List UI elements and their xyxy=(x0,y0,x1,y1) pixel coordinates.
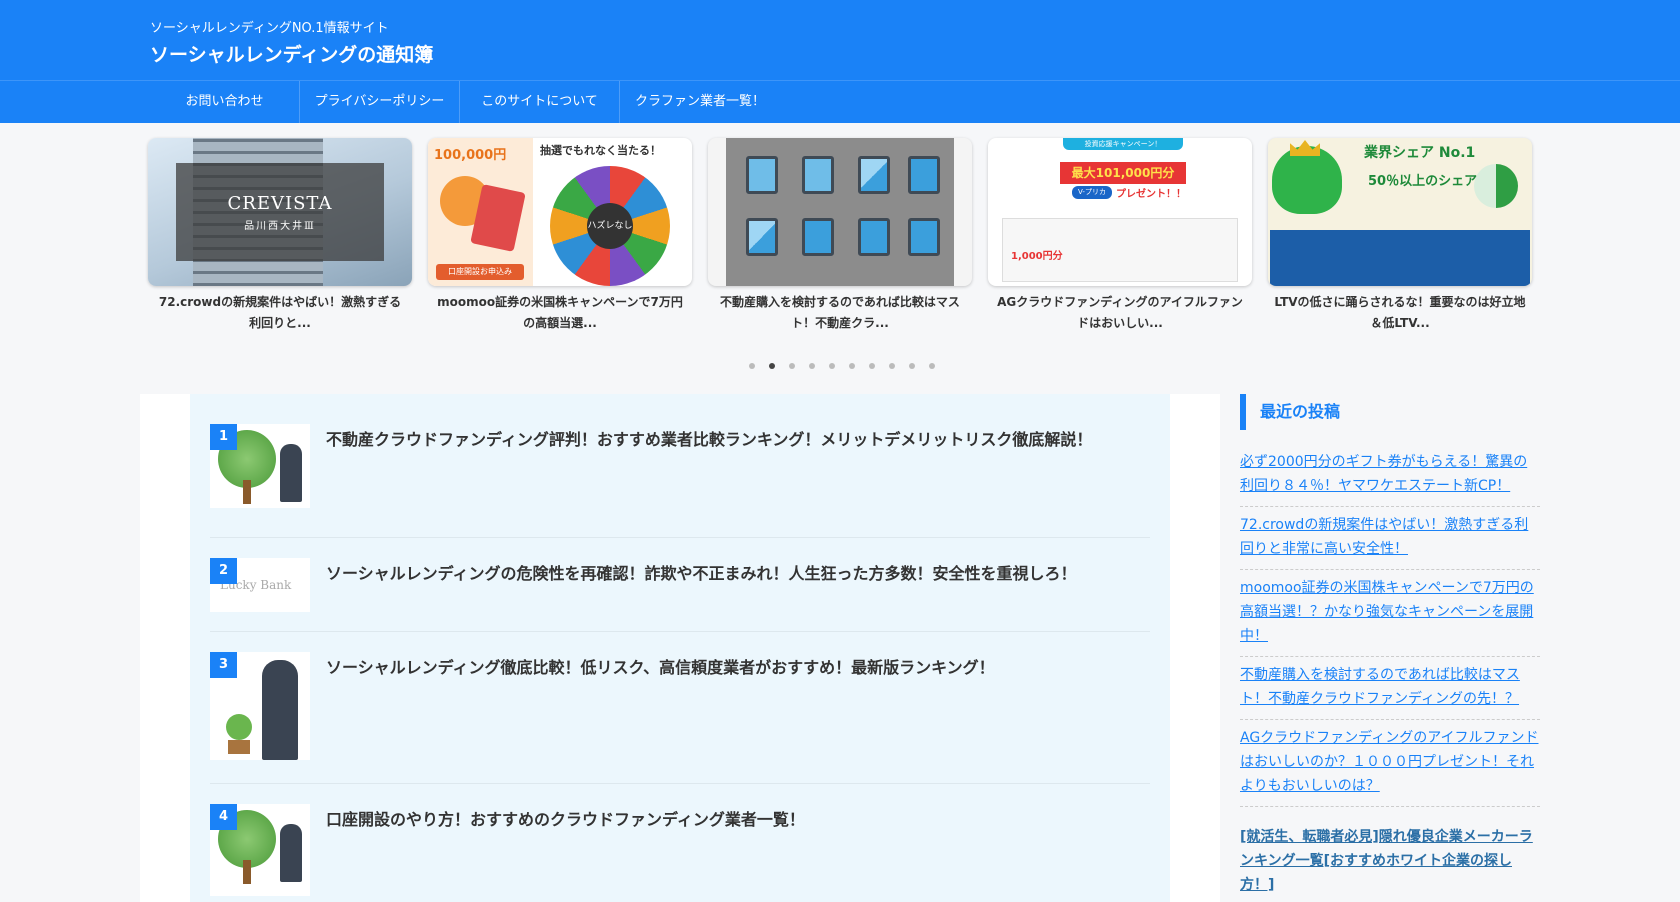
entry-title[interactable]: ソーシャルレンディング徹底比較！低リスク、高信頼度業者がおすすめ！最新版ランキン… xyxy=(326,656,1146,680)
carousel-dot[interactable] xyxy=(869,363,875,369)
ranking-list: 1 不動産クラウドファンディング評判！おすすめ業者比較ランキング！メリットデメリ… xyxy=(190,394,1170,902)
carousel-dot[interactable] xyxy=(809,363,815,369)
entry-thumbnail[interactable]: 4 xyxy=(210,804,310,896)
carousel-dot[interactable] xyxy=(929,363,935,369)
plant-pot-icon xyxy=(228,740,250,754)
entry-title[interactable]: 口座開設のやり方！おすすめのクラウドファンディング業者一覧！ xyxy=(326,808,1146,832)
nav-item-crowdfunding-list[interactable]: クラファン業者一覧！ xyxy=(620,81,780,123)
carousel-card[interactable]: 不動産購入を検討するのであれば比較はマスト！不動産クラ... xyxy=(708,138,972,334)
carousel-dot[interactable] xyxy=(749,363,755,369)
carousel-dot-active[interactable] xyxy=(769,363,775,369)
entry-thumbnail[interactable]: 2 Lucky Bank xyxy=(210,558,310,612)
card-title[interactable]: 不動産購入を検討するのであれば比較はマスト！不動産クラ... xyxy=(708,292,972,334)
banner-present: プレゼント！！ xyxy=(1116,189,1186,200)
rank-badge: 1 xyxy=(210,424,237,450)
card-thumbnail[interactable] xyxy=(708,138,972,286)
businessman-icon xyxy=(280,444,302,502)
card-title[interactable]: moomoo証券の米国株キャンペーンで7万円の高額当選... xyxy=(428,292,692,334)
card-title[interactable]: LTVの低さに踊らされるな！重要なのは好立地＆低LTV... xyxy=(1268,292,1532,334)
share-text: 50％以上のシェア xyxy=(1368,174,1478,189)
global-nav: お問い合わせ プライバシーポリシー このサイトについて クラファン業者一覧！ xyxy=(0,80,1680,123)
carousel-dot[interactable] xyxy=(829,363,835,369)
carousel-card[interactable]: 100,000円 口座開設お申込み 抽選でもれなく当たる！ ハズレなし moom… xyxy=(428,138,692,334)
banner-sub-amount: 1,000円分 xyxy=(1011,251,1063,262)
banner-detail-box: 1,000円分 xyxy=(1002,218,1238,282)
businessman-icon xyxy=(280,824,302,882)
tree-trunk-icon xyxy=(243,480,251,504)
entry-title[interactable]: ソーシャルレンディングの危険性を再確認！詐欺や不正まみれ！人生狂った方多数！安全… xyxy=(326,562,1146,586)
recent-post-link[interactable]: [就活生、転職者必見]隠れ優良企業メーカーランキング一覧[おすすめホワイト企業の… xyxy=(1240,807,1540,902)
card-thumbnail[interactable]: CREVISTA 品川西大井Ⅲ xyxy=(148,138,412,286)
ranking-entry[interactable]: 2 Lucky Bank ソーシャルレンディングの危険性を再確認！詐欺や不正まみ… xyxy=(210,558,1150,632)
card-thumbnail[interactable]: 投資応援キャンペーン！ 最大101,000円分 V-プリカ プレゼント！！ 1,… xyxy=(988,138,1252,286)
carousel-dot[interactable] xyxy=(849,363,855,369)
site-title[interactable]: ソーシャルレンディングの通知簿 xyxy=(150,40,433,67)
main-content: 1 不動産クラウドファンディング評判！おすすめ業者比較ランキング！メリットデメリ… xyxy=(140,394,1220,902)
recent-post-link[interactable]: AGクラウドファンディングのアイフルファンドはおいしいのか？１０００円プレゼント… xyxy=(1240,720,1540,807)
entry-thumbnail[interactable]: 1 xyxy=(210,424,310,508)
wheel-center-label: ハズレなし xyxy=(587,203,633,249)
ranking-entry[interactable]: 3 ソーシャルレンディング徹底比較！低リスク、高信頼度業者がおすすめ！最新版ラン… xyxy=(210,652,1150,784)
card-title[interactable]: 72.crowdの新規案件はやばい！激熱すぎる利回りと... xyxy=(148,292,412,334)
recent-posts-list: 必ず2000円分のギフト券がもらえる！驚異の利回り８４％！ヤマワケエステート新C… xyxy=(1240,444,1540,902)
crevista-logo: CREVISTA xyxy=(227,193,333,214)
crevista-subtitle: 品川西大井Ⅲ xyxy=(244,221,316,232)
logo-overlay: CREVISTA 品川西大井Ⅲ xyxy=(176,163,384,261)
site-header: ソーシャルレンディングNO.1情報サイト ソーシャルレンディングの通知簿 xyxy=(0,0,1680,80)
recent-posts-heading: 最近の投稿 xyxy=(1240,394,1540,430)
nav-item-privacy-policy[interactable]: プライバシーポリシー xyxy=(300,81,460,123)
featured-carousel: CREVISTA 品川西大井Ⅲ 72.crowdの新規案件はやばい！激熱すぎる利… xyxy=(148,138,1532,338)
prize-wheel: ハズレなし xyxy=(550,166,670,286)
recent-post-link[interactable]: 不動産購入を検討するのであれば比較はマスト！不動産クラウドファンディングの先！？ xyxy=(1240,657,1540,720)
entry-thumbnail[interactable]: 3 xyxy=(210,652,310,760)
carousel-card[interactable]: 業界シェア No.1 50％以上のシェア LTVの低さに踊らされるな！重要なのは… xyxy=(1268,138,1532,334)
rank-badge: 4 xyxy=(210,804,237,830)
promo-apply-button: 口座開設お申込み xyxy=(436,264,524,280)
crown-icon xyxy=(1290,140,1320,156)
rank-badge: 2 xyxy=(210,558,237,584)
recent-post-link[interactable]: 必ず2000円分のギフト券がもらえる！驚異の利回り８４％！ヤマワケエステート新C… xyxy=(1240,444,1540,507)
banner-amount: 最大101,000円分 xyxy=(1060,162,1186,184)
share-title: 業界シェア No.1 xyxy=(1364,145,1476,161)
frog-mascot-icon xyxy=(1272,146,1342,214)
nav-item-about[interactable]: このサイトについて xyxy=(460,81,620,123)
card-thumbnail[interactable]: 業界シェア No.1 50％以上のシェア xyxy=(1268,138,1532,286)
businessman-icon xyxy=(262,660,298,760)
card-title[interactable]: AGクラウドファンディングのアイフルファンドはおいしい... xyxy=(988,292,1252,334)
ranking-entry[interactable]: 4 口座開設のやり方！おすすめのクラウドファンディング業者一覧！ xyxy=(210,804,1150,902)
banner-tag: 投資応援キャンペーン！ xyxy=(1063,138,1183,150)
recent-post-link[interactable]: 72.crowdの新規案件はやばい！激熱すぎる利回りと非常に高い安全性！ xyxy=(1240,507,1540,570)
sidebar: 最近の投稿 必ず2000円分のギフト券がもらえる！驚異の利回り８４％！ヤマワケエ… xyxy=(1240,394,1540,902)
rank-badge: 3 xyxy=(210,652,237,678)
small-tree-icon xyxy=(226,714,252,740)
promo-left-panel: 100,000円 口座開設お申込み xyxy=(428,138,533,286)
promo-amount: 100,000円 xyxy=(434,148,507,163)
carousel-dot[interactable] xyxy=(789,363,795,369)
nav-item-contact[interactable]: お問い合わせ xyxy=(150,81,300,123)
carousel-card[interactable]: CREVISTA 品川西大井Ⅲ 72.crowdの新規案件はやばい！激熱すぎる利… xyxy=(148,138,412,334)
site-tagline: ソーシャルレンディングNO.1情報サイト xyxy=(150,21,389,36)
entry-title[interactable]: 不動産クラウドファンディング評判！おすすめ業者比較ランキング！メリットデメリット… xyxy=(326,428,1146,452)
carousel-dot[interactable] xyxy=(889,363,895,369)
ranking-entry[interactable]: 1 不動産クラウドファンディング評判！おすすめ業者比較ランキング！メリットデメリ… xyxy=(210,424,1150,538)
banner-bottom-strip xyxy=(1270,230,1530,286)
carousel-dot[interactable] xyxy=(909,363,915,369)
building-icon xyxy=(726,138,954,286)
tree-trunk-icon xyxy=(243,860,251,884)
recent-post-link[interactable]: moomoo証券の米国株キャンペーンで7万円の高額当選！？かなり強気なキャンペー… xyxy=(1240,570,1540,657)
share-pie-icon xyxy=(1474,164,1518,208)
card-thumbnail[interactable]: 100,000円 口座開設お申込み 抽選でもれなく当たる！ ハズレなし xyxy=(428,138,692,286)
promo-headline: 抽選でもれなく当たる！ xyxy=(540,144,661,157)
carousel-card[interactable]: 投資応援キャンペーン！ 最大101,000円分 V-プリカ プレゼント！！ 1,… xyxy=(988,138,1252,334)
vpreca-badge: V-プリカ xyxy=(1072,186,1112,199)
